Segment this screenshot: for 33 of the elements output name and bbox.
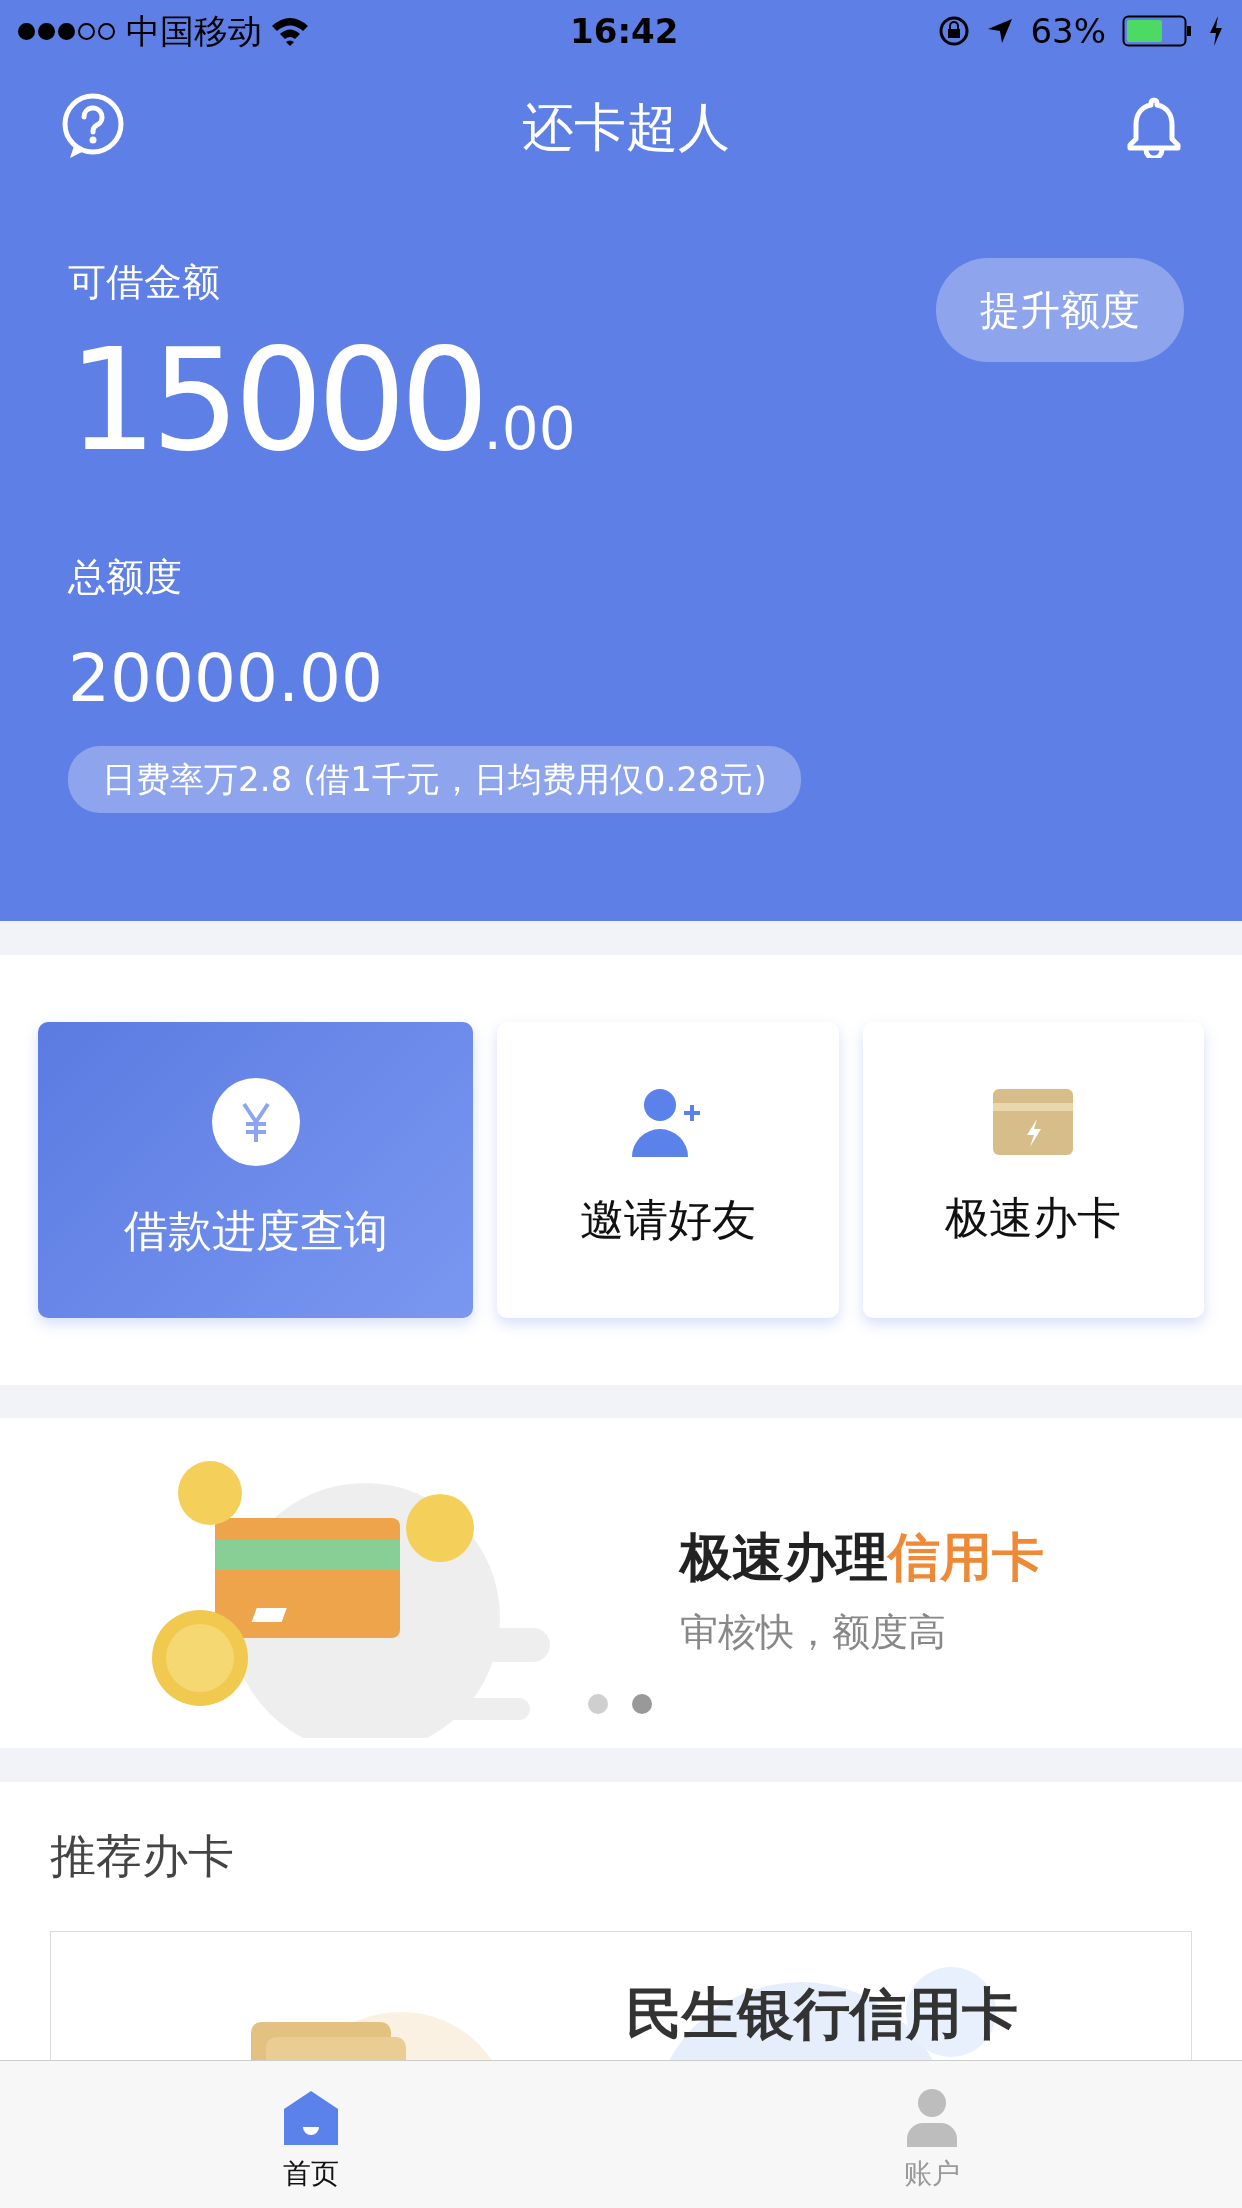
wifi-icon [270,16,310,46]
balance-label: 可借金额 [68,259,221,306]
shortcut-card[interactable]: 极速办卡 [862,1022,1204,1318]
shortcut-label: 邀请好友 [580,1193,756,1247]
charging-icon [1208,16,1224,46]
amount-decimal: .00 [483,394,576,465]
battery-icon [1122,15,1192,47]
rate-note: 日费率万2.8 (借1千元，日均费用仅0.28元) [68,746,801,813]
available-amount: 15000 [68,331,484,471]
battery-percent: 63% [1030,9,1106,53]
banner-subtitle: 审核快，额度高 [680,1609,947,1656]
banner-title-accent: 信用卡 [888,1526,1044,1589]
shortcut-card[interactable]: 邀请好友 [497,1022,839,1318]
app-title: 还卡超人 [522,96,730,159]
total-label: 总额度 [68,554,183,601]
shortcut-label: 借款进度查询 [123,1204,388,1258]
carrier-name: 中国移动 [126,9,262,53]
section-title: 推荐办卡 [50,1828,235,1885]
status-time: 16:42 [570,9,679,53]
banner-title: 极速办理 [680,1526,888,1589]
user-icon [906,2089,957,2147]
shortcut-label: 极速办卡 [945,1191,1122,1245]
page-indicator-dot[interactable] [588,1694,608,1714]
notification-bell-icon[interactable] [1126,96,1182,158]
rotation-lock-icon [938,15,971,47]
location-icon [986,17,1015,45]
card-icon [993,1089,1074,1155]
yuan-icon [209,1076,302,1168]
total-amount: 20000.00 [68,646,383,712]
tab-item[interactable]: 首页 [282,2147,339,2195]
home-icon [281,2089,340,2147]
card-title: 民生银行信用卡 [626,1980,1018,2048]
page-indicator-dot[interactable] [632,1694,652,1714]
